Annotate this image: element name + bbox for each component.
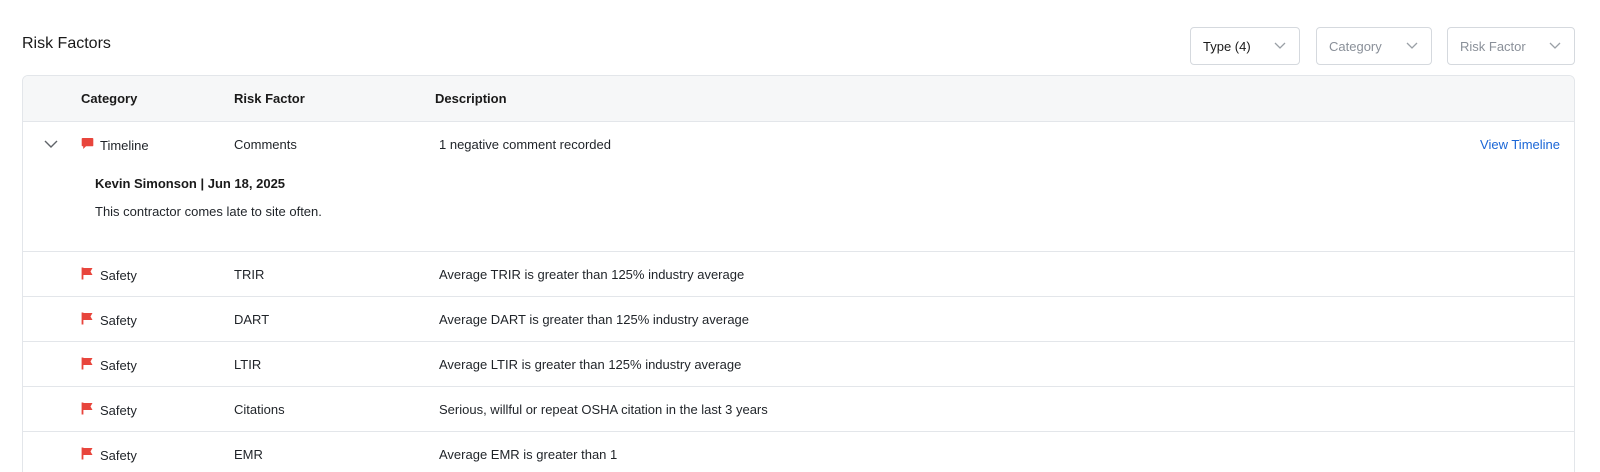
description-cell: Average DART is greater than 125% indust… xyxy=(439,312,750,327)
category-label: Safety xyxy=(100,312,137,328)
type-filter-label: Type (4) xyxy=(1203,38,1251,54)
category-label: Safety xyxy=(100,402,137,418)
column-header-description[interactable]: Description xyxy=(435,91,507,106)
description-cell: Average EMR is greater than 1 xyxy=(439,447,618,462)
table-header: Category Risk Factor Description xyxy=(23,76,1574,122)
chevron-down-icon xyxy=(1273,38,1287,55)
view-timeline-link[interactable]: View Timeline xyxy=(1480,137,1560,152)
category-cell: Timeline xyxy=(81,137,149,153)
category-label: Timeline xyxy=(100,137,149,153)
comment-author-date: Kevin Simonson | Jun 18, 2025 xyxy=(95,176,286,191)
flag-icon xyxy=(81,402,94,418)
risk-factor-cell: EMR xyxy=(234,447,263,462)
flag-icon xyxy=(81,357,94,373)
description-cell: Average LTIR is greater than 125% indust… xyxy=(439,357,742,372)
chevron-down-icon xyxy=(1405,38,1419,55)
table-row[interactable]: Safety Citations Serious, willful or rep… xyxy=(23,387,1574,432)
category-cell: Safety xyxy=(81,267,137,283)
collapse-chevron-icon[interactable] xyxy=(43,136,59,152)
risk-factor-filter-dropdown[interactable]: Risk Factor xyxy=(1447,27,1575,65)
table-row-expanded[interactable]: Timeline Comments 1 negative comment rec… xyxy=(23,122,1574,252)
risk-factors-table: Category Risk Factor Description Timelin… xyxy=(22,75,1575,472)
flag-icon xyxy=(81,267,94,283)
risk-factor-filter-label: Risk Factor xyxy=(1460,38,1526,54)
risk-factor-cell: LTIR xyxy=(234,357,262,372)
risk-factors-panel: Risk Factors Type (4) Category Risk Fact… xyxy=(0,0,1600,472)
flag-icon xyxy=(81,312,94,328)
category-label: Safety xyxy=(100,267,137,283)
risk-factor-cell: Comments xyxy=(234,137,297,152)
risk-factor-cell: DART xyxy=(234,312,270,327)
table-row[interactable]: Safety DART Average DART is greater than… xyxy=(23,297,1574,342)
comment-icon xyxy=(81,137,94,153)
category-filter-label: Category xyxy=(1329,38,1382,54)
comment-text: This contractor comes late to site often… xyxy=(95,204,322,219)
risk-factor-cell: Citations xyxy=(234,402,285,417)
category-filter-dropdown[interactable]: Category xyxy=(1316,27,1432,65)
flag-icon xyxy=(81,447,94,463)
category-cell: Safety xyxy=(81,402,137,418)
description-cell: Average TRIR is greater than 125% indust… xyxy=(439,267,745,282)
category-cell: Safety xyxy=(81,357,137,373)
chevron-down-icon xyxy=(1548,38,1562,55)
category-cell: Safety xyxy=(81,312,137,328)
category-label: Safety xyxy=(100,357,137,373)
table-row[interactable]: Safety TRIR Average TRIR is greater than… xyxy=(23,252,1574,297)
risk-factor-cell: TRIR xyxy=(234,267,265,282)
section-title: Risk Factors xyxy=(22,35,111,52)
category-cell: Safety xyxy=(81,447,137,463)
table-row[interactable]: Safety EMR Average EMR is greater than 1 xyxy=(23,432,1574,472)
column-header-category[interactable]: Category xyxy=(81,91,137,106)
type-filter-dropdown[interactable]: Type (4) xyxy=(1190,27,1300,65)
column-header-risk-factor[interactable]: Risk Factor xyxy=(234,91,305,106)
description-cell: Serious, willful or repeat OSHA citation… xyxy=(439,402,768,417)
description-cell: 1 negative comment recorded xyxy=(439,137,611,152)
category-label: Safety xyxy=(100,447,137,463)
table-row[interactable]: Safety LTIR Average LTIR is greater than… xyxy=(23,342,1574,387)
